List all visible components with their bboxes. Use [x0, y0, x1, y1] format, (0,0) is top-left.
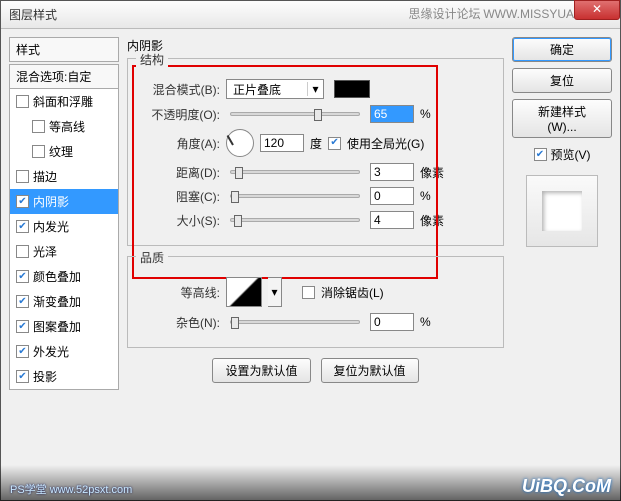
sidebar-item-2[interactable]: 纹理: [10, 139, 118, 164]
new-style-button[interactable]: 新建样式(W)...: [512, 99, 612, 138]
chevron-down-icon: ▾: [307, 82, 323, 96]
noise-slider[interactable]: [230, 320, 360, 324]
contour-picker[interactable]: [226, 277, 262, 307]
sidebar-item-11[interactable]: ✔ 投影: [10, 364, 118, 389]
sidebar-checkbox[interactable]: ✔: [16, 345, 29, 358]
layer-style-dialog: 图层样式 思缘设计论坛 WWW.MISSYUAN.COM ✕ 样式 混合选项:自…: [0, 0, 621, 501]
global-light-label: 使用全局光(G): [347, 135, 424, 152]
window-title: 图层样式: [9, 6, 57, 23]
opacity-unit: %: [420, 107, 452, 121]
reset-default-button[interactable]: 复位为默认值: [321, 358, 419, 383]
angle-unit: 度: [310, 135, 322, 152]
sidebar-checkbox[interactable]: [16, 95, 29, 108]
choke-label: 阻塞(C):: [138, 188, 220, 205]
quality-group: 品质 等高线: ▾ 消除锯齿(L) 杂色(N): 0 %: [127, 256, 504, 348]
choke-slider[interactable]: [230, 194, 360, 198]
antialias-label: 消除锯齿(L): [321, 284, 384, 301]
sidebar-item-3[interactable]: 描边: [10, 164, 118, 189]
structure-legend: 结构: [136, 51, 168, 68]
sidebar-item-label: 渐变叠加: [33, 293, 81, 310]
sidebar-header[interactable]: 样式: [9, 37, 119, 62]
sidebar-item-9[interactable]: ✔ 图案叠加: [10, 314, 118, 339]
opacity-slider[interactable]: [230, 112, 360, 116]
sidebar-item-5[interactable]: ✔ 内发光: [10, 214, 118, 239]
sidebar-item-4[interactable]: ✔ 内阴影: [10, 189, 118, 214]
sidebar-checkbox[interactable]: ✔: [16, 220, 29, 233]
sidebar-item-8[interactable]: ✔ 渐变叠加: [10, 289, 118, 314]
structure-group: 结构 混合模式(B): 正片叠底 ▾ 不透明度(O): 65 % 角: [127, 58, 504, 246]
sidebar-item-label: 内阴影: [33, 193, 69, 210]
global-light-checkbox[interactable]: ✔: [328, 137, 341, 150]
choke-input[interactable]: 0: [370, 187, 414, 205]
sidebar-item-label: 图案叠加: [33, 318, 81, 335]
style-list: 斜面和浮雕等高线纹理描边 ✔ 内阴影 ✔ 内发光光泽 ✔ 颜色叠加 ✔ 渐变叠加 ✔ 图案叠加 ✔ 外发…: [9, 89, 119, 390]
sidebar-checkbox[interactable]: ✔: [16, 270, 29, 283]
sidebar-item-label: 纹理: [49, 143, 73, 160]
contour-label: 等高线:: [138, 284, 220, 301]
contour-dropdown-arrow[interactable]: ▾: [268, 277, 282, 307]
panel-title: 内阴影: [127, 37, 504, 54]
choke-unit: %: [420, 189, 452, 203]
noise-unit: %: [420, 315, 452, 329]
sidebar-item-label: 等高线: [49, 118, 85, 135]
size-input[interactable]: 4: [370, 211, 414, 229]
noise-label: 杂色(N):: [138, 314, 220, 331]
size-slider[interactable]: [230, 218, 360, 222]
distance-label: 距离(D):: [138, 164, 220, 181]
sidebar-item-label: 颜色叠加: [33, 268, 81, 285]
cancel-button[interactable]: 复位: [512, 68, 612, 93]
noise-input[interactable]: 0: [370, 313, 414, 331]
sidebar-item-10[interactable]: ✔ 外发光: [10, 339, 118, 364]
main-panel: 内阴影 结构 混合模式(B): 正片叠底 ▾ 不透明度(O): 65 %: [127, 37, 504, 492]
size-unit: 像素: [420, 212, 452, 229]
sidebar-item-label: 斜面和浮雕: [33, 93, 93, 110]
quality-legend: 品质: [136, 249, 168, 266]
sidebar-item-0[interactable]: 斜面和浮雕: [10, 89, 118, 114]
distance-slider[interactable]: [230, 170, 360, 174]
preview-checkbox[interactable]: ✔: [534, 148, 547, 161]
close-button[interactable]: ✕: [574, 0, 620, 20]
sidebar-checkbox[interactable]: [16, 170, 29, 183]
sidebar-checkbox[interactable]: ✔: [16, 370, 29, 383]
blend-mode-dropdown[interactable]: 正片叠底 ▾: [226, 79, 324, 99]
preview-thumbnail: [526, 175, 598, 247]
ok-button[interactable]: 确定: [512, 37, 612, 62]
sidebar-item-label: 描边: [33, 168, 57, 185]
blend-mode-label: 混合模式(B):: [138, 81, 220, 98]
sidebar-item-6[interactable]: 光泽: [10, 239, 118, 264]
sidebar-item-label: 投影: [33, 368, 57, 385]
sidebar-checkbox[interactable]: ✔: [16, 295, 29, 308]
shadow-color-swatch[interactable]: [334, 80, 370, 98]
opacity-input[interactable]: 65: [370, 105, 414, 123]
angle-input[interactable]: 120: [260, 134, 304, 152]
sidebar-item-7[interactable]: ✔ 颜色叠加: [10, 264, 118, 289]
distance-input[interactable]: 3: [370, 163, 414, 181]
sidebar: 样式 混合选项:自定 斜面和浮雕等高线纹理描边 ✔ 内阴影 ✔ 内发光光泽 ✔ 颜色叠加 ✔ 渐…: [9, 37, 119, 492]
size-label: 大小(S):: [138, 212, 220, 229]
sidebar-checkbox[interactable]: [16, 245, 29, 258]
set-default-button[interactable]: 设置为默认值: [212, 358, 310, 383]
right-column: 确定 复位 新建样式(W)... ✔ 预览(V): [512, 37, 612, 492]
sidebar-checkbox[interactable]: ✔: [16, 195, 29, 208]
distance-unit: 像素: [420, 164, 452, 181]
sidebar-checkbox[interactable]: ✔: [16, 320, 29, 333]
opacity-label: 不透明度(O):: [138, 106, 220, 123]
angle-label: 角度(A):: [138, 135, 220, 152]
sidebar-item-label: 光泽: [33, 243, 57, 260]
antialias-checkbox[interactable]: [302, 286, 315, 299]
sidebar-checkbox[interactable]: [32, 120, 45, 133]
preview-label: 预览(V): [551, 146, 591, 163]
title-bar: 图层样式 思缘设计论坛 WWW.MISSYUAN.COM ✕: [1, 1, 620, 29]
sidebar-subheader[interactable]: 混合选项:自定: [9, 64, 119, 89]
sidebar-item-label: 外发光: [33, 343, 69, 360]
sidebar-checkbox[interactable]: [32, 145, 45, 158]
sidebar-item-1[interactable]: 等高线: [10, 114, 118, 139]
angle-dial[interactable]: [226, 129, 254, 157]
sidebar-item-label: 内发光: [33, 218, 69, 235]
